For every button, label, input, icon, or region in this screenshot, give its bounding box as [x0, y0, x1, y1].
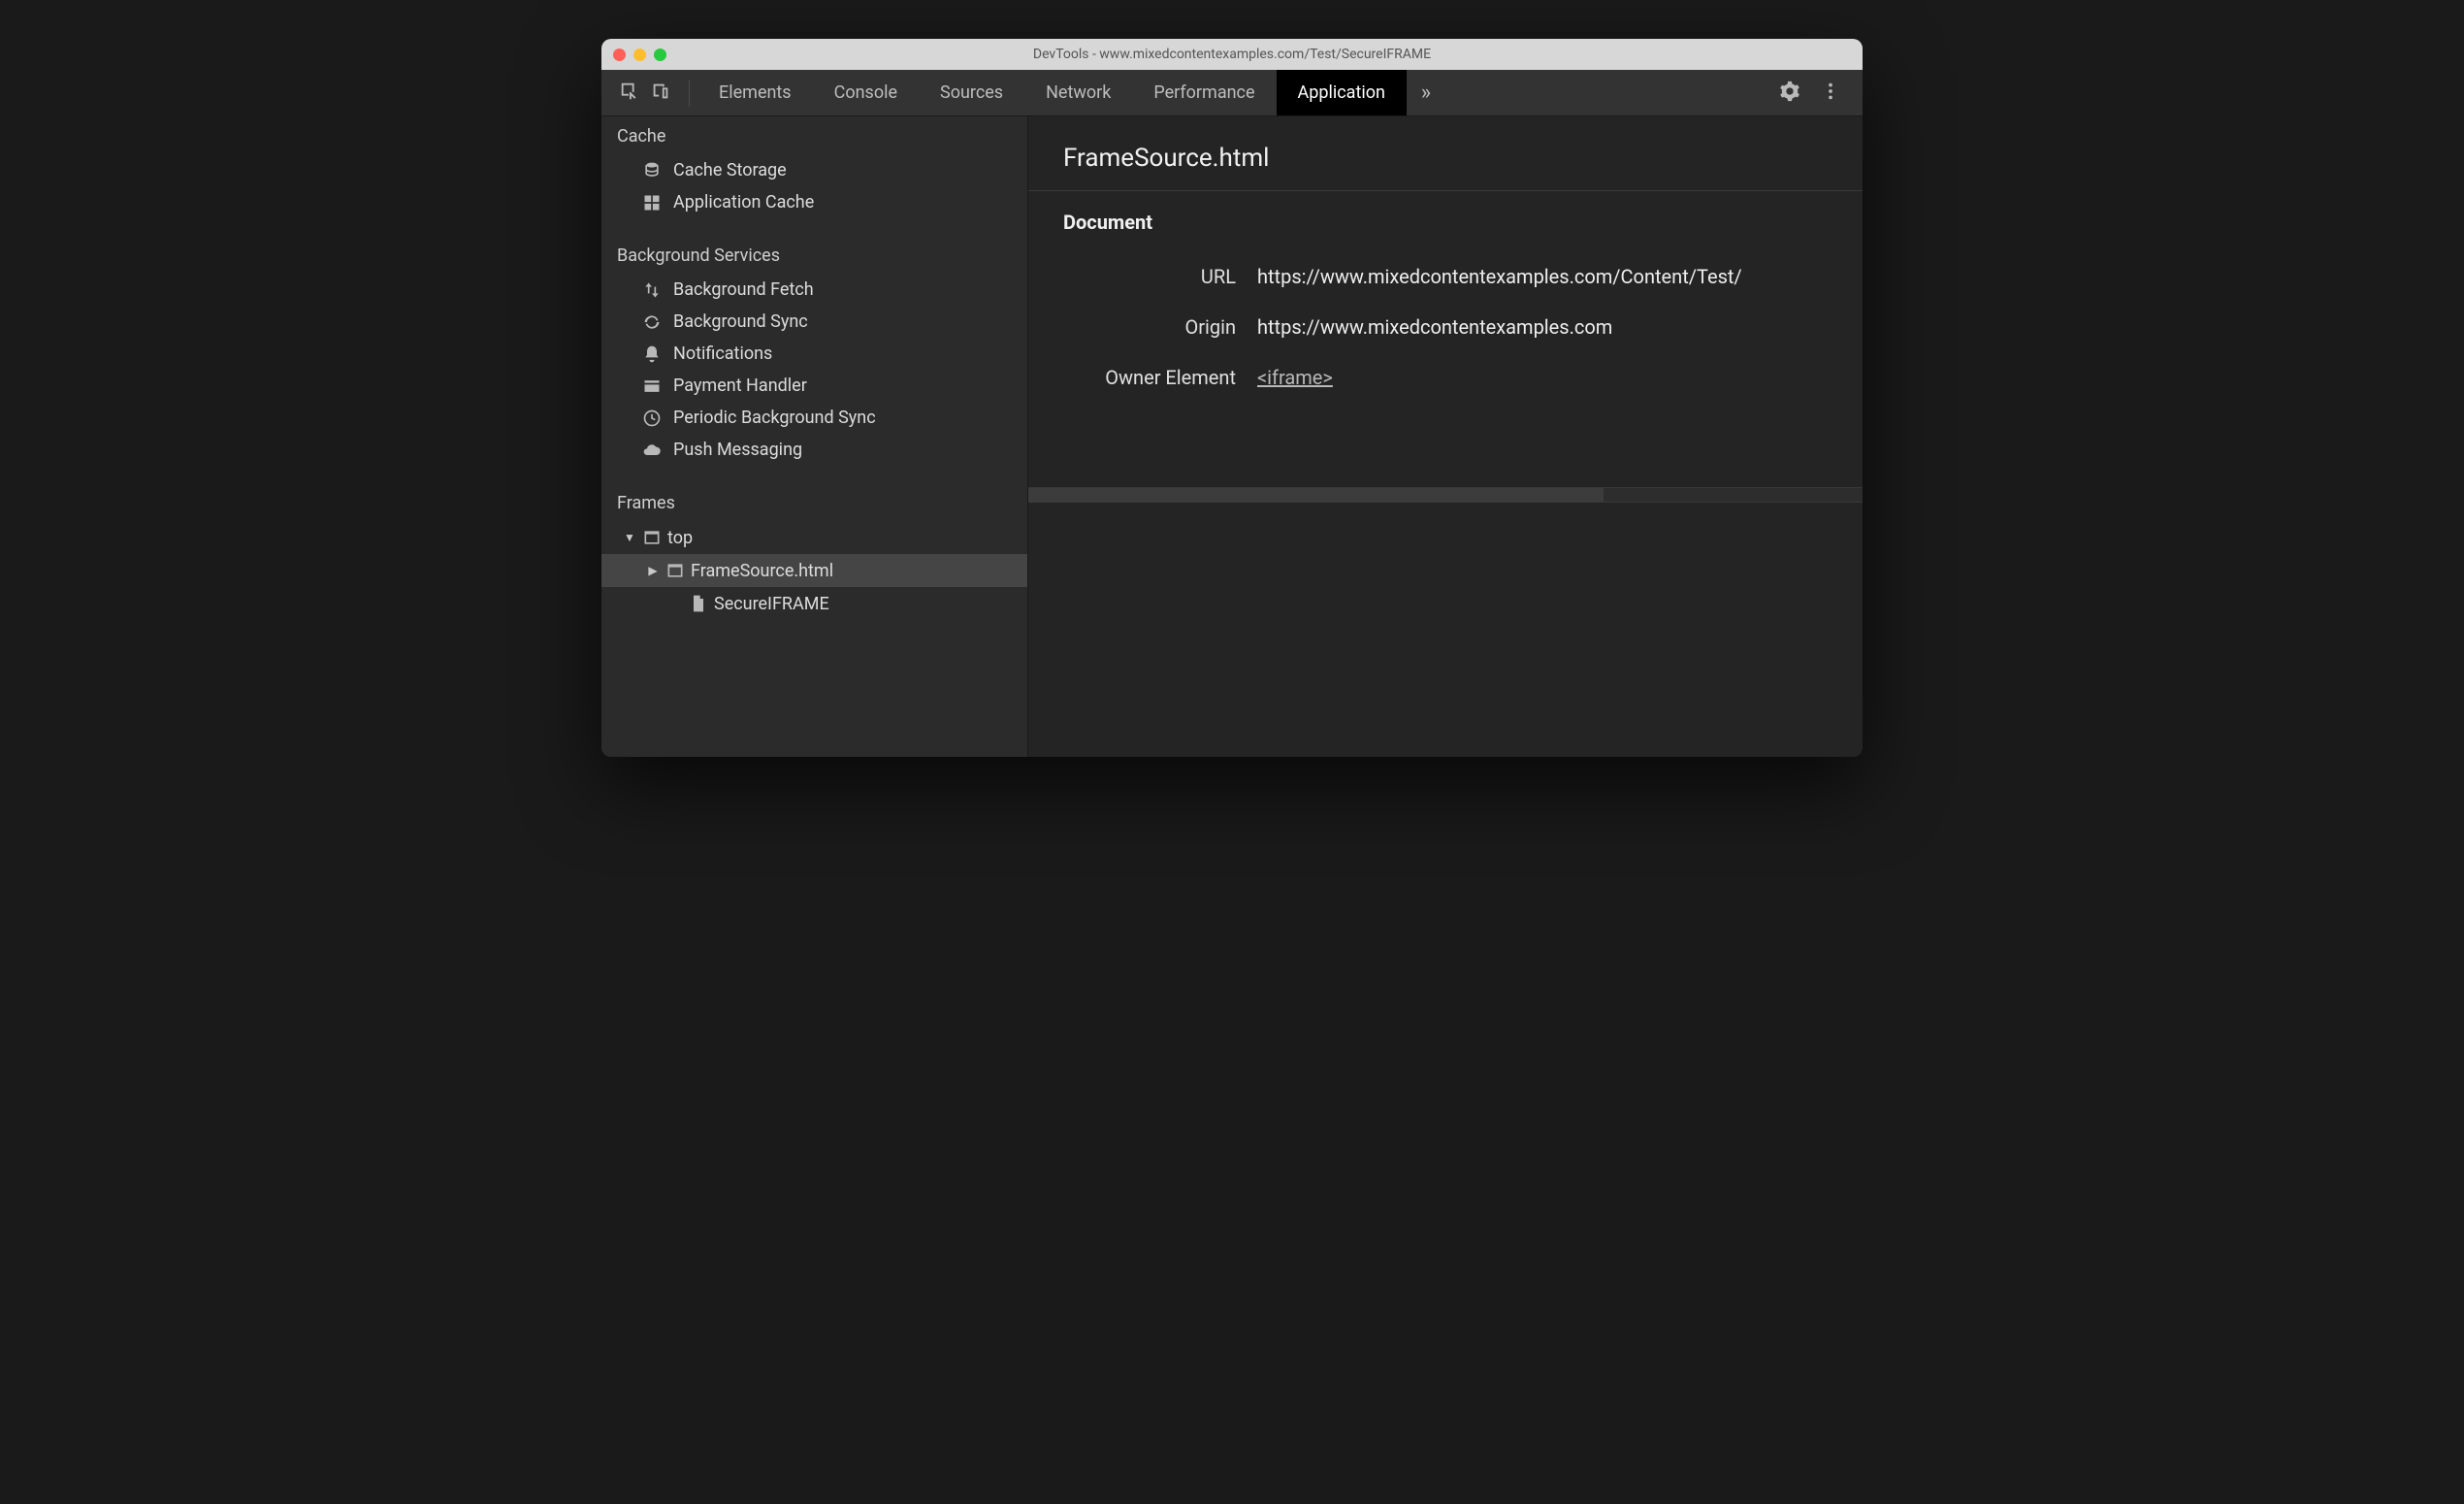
inspect-element-icon[interactable]: [619, 81, 640, 106]
tab-elements[interactable]: Elements: [697, 70, 813, 115]
chevron-down-icon: ▼: [623, 531, 636, 544]
sidebar-item-label: Notifications: [673, 343, 772, 364]
tab-console[interactable]: Console: [813, 70, 919, 115]
close-window-button[interactable]: [613, 49, 626, 61]
tree-item-label: SecureIFRAME: [714, 594, 829, 614]
titlebar: DevTools - www.mixedcontentexamples.com/…: [601, 39, 1863, 70]
sidebar-item-label: Payment Handler: [673, 376, 807, 396]
value-origin: https://www.mixedcontentexamples.com: [1257, 315, 1828, 339]
label-owner-element: Owner Element: [1063, 366, 1257, 389]
kebab-icon: [1820, 81, 1841, 102]
more-options-button[interactable]: [1820, 81, 1841, 106]
tree-item-framesource[interactable]: ▶ FrameSource.html: [601, 554, 1027, 587]
tab-sources[interactable]: Sources: [919, 70, 1024, 115]
clock-icon: [640, 409, 664, 428]
cloud-icon: [640, 441, 664, 460]
row-origin: Origin https://www.mixedcontentexamples.…: [1028, 302, 1863, 352]
traffic-lights: [613, 49, 666, 61]
sidebar-item-application-cache[interactable]: Application Cache: [601, 186, 1027, 218]
sync-icon: [640, 312, 664, 332]
chevron-right-icon: ▶: [646, 564, 660, 577]
minimize-window-button[interactable]: [633, 49, 646, 61]
section-cache: Cache: [601, 116, 1027, 154]
sidebar-item-background-fetch[interactable]: Background Fetch: [601, 274, 1027, 306]
toolbar: Elements Console Sources Network Perform…: [601, 70, 1863, 116]
page-title: FrameSource.html: [1028, 116, 1863, 191]
zoom-window-button[interactable]: [654, 49, 666, 61]
sidebar-item-push-messaging[interactable]: Push Messaging: [601, 434, 1027, 466]
database-icon: [640, 161, 664, 180]
tree-item-secureiframe[interactable]: SecureIFRAME: [601, 587, 1027, 620]
sidebar-item-label: Background Sync: [673, 311, 808, 332]
horizontal-scrollbar[interactable]: [1028, 487, 1863, 503]
grid-icon: [640, 193, 664, 213]
label-url: URL: [1063, 265, 1257, 288]
arrows-updown-icon: [640, 280, 664, 300]
sidebar-item-label: Cache Storage: [673, 160, 787, 180]
tab-strip: Elements Console Sources Network Perform…: [697, 70, 1775, 115]
window-icon: [642, 528, 662, 547]
frame-detail-panel: FrameSource.html Document URL https://ww…: [1028, 116, 1863, 757]
row-owner-element: Owner Element <iframe>: [1028, 352, 1863, 403]
row-url: URL https://www.mixedcontentexamples.com…: [1028, 251, 1863, 302]
section-document: Document: [1028, 191, 1863, 251]
tree-item-label: FrameSource.html: [691, 561, 833, 581]
bell-icon: [640, 344, 664, 364]
window-icon: [665, 561, 685, 580]
sidebar-item-label: Application Cache: [673, 192, 814, 213]
section-background-services: Background Services: [601, 236, 1027, 274]
device-toolbar-icon[interactable]: [650, 81, 671, 106]
sidebar-item-label: Background Fetch: [673, 279, 814, 300]
label-origin: Origin: [1063, 315, 1257, 339]
tab-network[interactable]: Network: [1024, 70, 1132, 115]
tree-item-label: top: [667, 528, 693, 548]
scrollbar-thumb[interactable]: [1028, 488, 1604, 502]
content: Cache Cache Storage Application Cache Ba…: [601, 116, 1863, 757]
value-owner-element[interactable]: <iframe>: [1257, 366, 1828, 389]
sidebar-item-label: Periodic Background Sync: [673, 408, 876, 428]
sidebar-item-cache-storage[interactable]: Cache Storage: [601, 154, 1027, 186]
tab-performance[interactable]: Performance: [1132, 70, 1276, 115]
sidebar-item-background-sync[interactable]: Background Sync: [601, 306, 1027, 338]
tab-application[interactable]: Application: [1277, 70, 1407, 115]
window-title: DevTools - www.mixedcontentexamples.com/…: [601, 47, 1863, 62]
chevron-double-right-icon: »: [1421, 81, 1431, 105]
sidebar-item-notifications[interactable]: Notifications: [601, 338, 1027, 370]
devtools-window: DevTools - www.mixedcontentexamples.com/…: [601, 39, 1863, 757]
separator: [689, 80, 690, 107]
sidebar-item-periodic-background-sync[interactable]: Periodic Background Sync: [601, 402, 1027, 434]
application-sidebar: Cache Cache Storage Application Cache Ba…: [601, 116, 1028, 757]
card-icon: [640, 376, 664, 396]
file-icon: [689, 594, 708, 613]
sidebar-item-payment-handler[interactable]: Payment Handler: [601, 370, 1027, 402]
value-url: https://www.mixedcontentexamples.com/Con…: [1257, 265, 1828, 288]
sidebar-item-label: Push Messaging: [673, 440, 802, 460]
settings-button[interactable]: [1779, 81, 1800, 106]
more-tabs-button[interactable]: »: [1407, 70, 1445, 115]
gear-icon: [1779, 81, 1800, 102]
tree-item-top[interactable]: ▼ top: [601, 521, 1027, 554]
section-frames: Frames: [601, 483, 1027, 521]
